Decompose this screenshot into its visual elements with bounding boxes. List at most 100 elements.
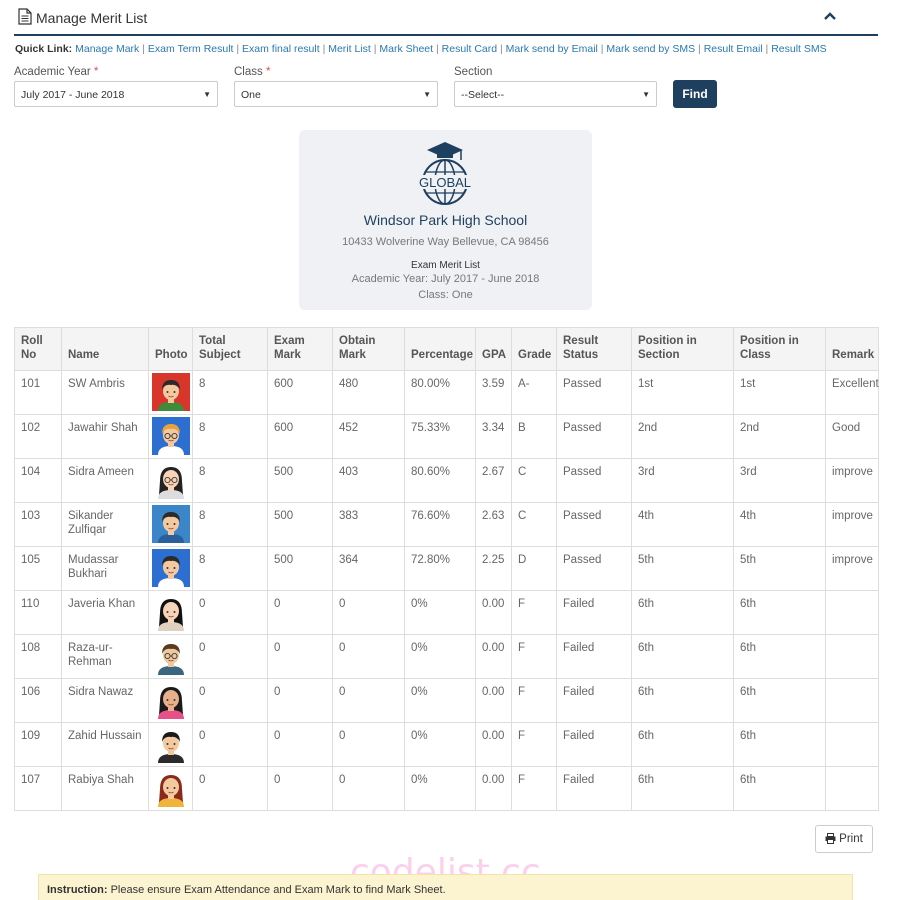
panel-header: Manage Merit List	[14, 0, 878, 36]
percentage-cell: 0%	[404, 678, 476, 723]
position-in-class-cell: 4th	[733, 502, 826, 547]
exam-mark-cell: 0	[267, 590, 333, 635]
quick-links-label: Quick Link:	[15, 43, 73, 55]
column-header: Total Subject	[192, 327, 268, 371]
grade-cell: D	[511, 546, 557, 591]
grade-cell: F	[511, 590, 557, 635]
table-header-row: Roll No Name Photo Total Subject Exam Mark Ob…	[14, 327, 879, 371]
column-header: Position in Class	[733, 327, 826, 371]
dropdown-arrow-icon: ▼	[203, 90, 211, 99]
exam-mark-cell: 500	[267, 458, 333, 503]
quick-link-manage-mark[interactable]: Manage Mark	[75, 43, 139, 55]
table-row: 102 Jawahir Shah 8 600 452 75.33% 3.34 B Passed…	[14, 414, 879, 459]
school-name: Windsor Park High School	[363, 212, 528, 228]
roll-no-cell: 109	[14, 722, 62, 767]
remark-cell: improve	[825, 458, 879, 503]
result-status-cell: Failed	[556, 766, 632, 811]
position-in-class-cell: 2nd	[733, 414, 826, 459]
student-name-cell: Sidra Nawaz	[61, 678, 149, 723]
class-select[interactable]: One ▼	[234, 81, 438, 107]
academic-year-select[interactable]: July 2017 - June 2018 ▼	[14, 81, 218, 107]
photo-cell	[148, 678, 193, 723]
remark-cell: Excellent	[825, 370, 879, 415]
class-value: One	[241, 89, 261, 101]
remark-cell	[825, 634, 879, 679]
obtain-mark-cell: 403	[332, 458, 405, 503]
obtain-mark-cell: 0	[332, 678, 405, 723]
position-in-class-cell: 6th	[733, 766, 826, 811]
section-value: --Select--	[461, 89, 505, 101]
grade-cell: C	[511, 458, 557, 503]
class-label-text: Class	[234, 66, 263, 78]
roll-no-cell: 104	[14, 458, 62, 503]
gpa-cell: 2.25	[475, 546, 512, 591]
quick-link-mark-send-sms[interactable]: Mark send by SMS	[606, 43, 695, 55]
quick-link-mark-send-email[interactable]: Mark send by Email	[506, 43, 598, 55]
total-subject-cell: 0	[192, 678, 268, 723]
section-select[interactable]: --Select-- ▼	[454, 81, 657, 107]
school-address: 10433 Wolverine Way Bellevue, CA 98456	[342, 236, 549, 248]
obtain-mark-cell: 0	[332, 590, 405, 635]
student-avatar-image	[152, 549, 190, 587]
print-button[interactable]: Print	[815, 825, 873, 853]
merit-list-title: Exam Merit List	[411, 260, 480, 271]
column-header: Exam Mark	[267, 327, 333, 371]
gpa-cell: 0.00	[475, 678, 512, 723]
quick-link-result-card[interactable]: Result Card	[442, 43, 497, 55]
result-status-cell: Failed	[556, 722, 632, 767]
student-avatar-image	[152, 373, 190, 411]
class-info: Class: One	[418, 289, 473, 301]
roll-no-cell: 106	[14, 678, 62, 723]
total-subject-cell: 8	[192, 414, 268, 459]
grade-cell: F	[511, 634, 557, 679]
total-subject-cell: 8	[192, 458, 268, 503]
quick-link-exam-final-result[interactable]: Exam final result	[242, 43, 320, 55]
obtain-mark-cell: 480	[332, 370, 405, 415]
academic-year-label-text: Academic Year	[14, 66, 91, 78]
section-label: Section	[454, 66, 492, 78]
column-header: Obtain Mark	[332, 327, 405, 371]
total-subject-cell: 8	[192, 502, 268, 547]
position-in-class-cell: 1st	[733, 370, 826, 415]
grade-cell: F	[511, 722, 557, 767]
total-subject-cell: 0	[192, 590, 268, 635]
quick-link-result-email[interactable]: Result Email	[704, 43, 763, 55]
gpa-cell: 2.67	[475, 458, 512, 503]
section-label-text: Section	[454, 66, 493, 78]
find-button[interactable]: Find	[673, 80, 717, 108]
position-in-section-cell: 6th	[631, 722, 734, 767]
position-in-section-cell: 6th	[631, 766, 734, 811]
quick-link-mark-sheet[interactable]: Mark Sheet	[379, 43, 433, 55]
grade-cell: F	[511, 678, 557, 723]
class-label: Class *	[234, 66, 270, 78]
print-label: Print	[839, 833, 863, 845]
exam-mark-cell: 600	[267, 370, 333, 415]
academic-year-label: Academic Year *	[14, 66, 98, 78]
position-in-section-cell: 2nd	[631, 414, 734, 459]
quick-link-merit-list[interactable]: Merit List	[328, 43, 371, 55]
gpa-cell: 3.34	[475, 414, 512, 459]
percentage-cell: 0%	[404, 634, 476, 679]
student-name-cell: Raza-ur-Rehman	[61, 634, 149, 679]
student-name-cell: Javeria Khan	[61, 590, 149, 635]
exam-mark-cell: 500	[267, 502, 333, 547]
dropdown-arrow-icon: ▼	[423, 90, 431, 99]
position-in-section-cell: 6th	[631, 634, 734, 679]
table-row: 108 Raza-ur-Rehman 0 0 0 0% 0.00 F Failed 6th 6th	[14, 634, 879, 679]
position-in-section-cell: 6th	[631, 678, 734, 723]
result-status-cell: Failed	[556, 634, 632, 679]
grade-cell: A-	[511, 370, 557, 415]
gpa-cell: 0.00	[475, 722, 512, 767]
quick-link-exam-term-result[interactable]: Exam Term Result	[148, 43, 234, 55]
result-status-cell: Passed	[556, 546, 632, 591]
roll-no-cell: 103	[14, 502, 62, 547]
student-avatar-image	[152, 505, 190, 543]
student-avatar-image	[152, 461, 190, 499]
quick-link-result-sms[interactable]: Result SMS	[771, 43, 826, 55]
chevron-up-icon[interactable]	[822, 8, 838, 24]
position-in-class-cell: 3rd	[733, 458, 826, 503]
obtain-mark-cell: 0	[332, 766, 405, 811]
obtain-mark-cell: 0	[332, 722, 405, 767]
student-name-cell: Zahid Hussain	[61, 722, 149, 767]
instruction-label: Instruction:	[47, 884, 108, 896]
